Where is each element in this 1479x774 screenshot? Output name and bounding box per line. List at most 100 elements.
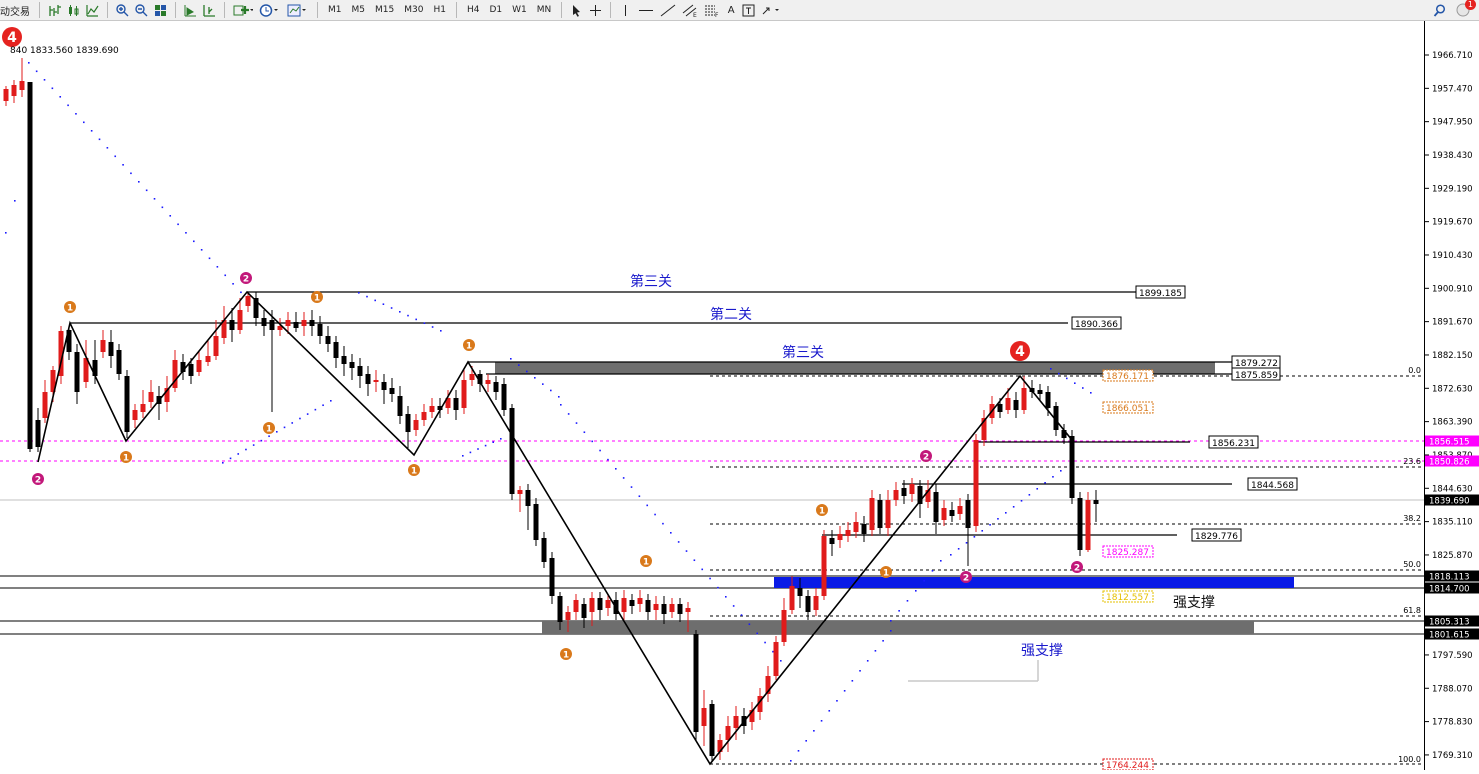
candle-body xyxy=(421,412,427,420)
price-box[interactable]: 1829.776 xyxy=(1191,528,1242,542)
support-zone-gray[interactable] xyxy=(542,621,1254,634)
sar-dot xyxy=(232,283,234,285)
svg-text:4: 4 xyxy=(7,30,17,46)
timeframe-d1[interactable]: D1 xyxy=(484,2,507,18)
periods-clock-icon[interactable] xyxy=(256,2,284,18)
bar-chart-icon[interactable] xyxy=(45,2,64,18)
candle-body xyxy=(533,504,539,540)
templates-icon[interactable] xyxy=(284,2,312,18)
chart-shift-icon[interactable] xyxy=(200,2,219,18)
auto-scroll-icon[interactable] xyxy=(181,2,200,18)
candle-body xyxy=(629,600,635,606)
notifications-icon[interactable]: 1 xyxy=(1449,0,1479,18)
fib-price-label[interactable]: 1866.051 xyxy=(1102,401,1154,414)
price-box[interactable]: 1890.366 xyxy=(1071,316,1122,330)
candle-body xyxy=(74,352,80,392)
sar-dot xyxy=(851,680,854,682)
zoom-in-icon[interactable] xyxy=(113,2,132,18)
fib-price-label[interactable]: 1764.244 xyxy=(1102,758,1154,770)
horizontal-line-icon[interactable] xyxy=(635,2,657,18)
candle-body xyxy=(597,598,603,610)
sar-dot xyxy=(534,377,536,379)
axis-tick-label: 1919.670 xyxy=(1432,218,1473,228)
sar-dot xyxy=(725,596,727,598)
price-axis[interactable]: 1966.710 1957.470 1947.950 1938.430 1929.190… xyxy=(1424,21,1479,770)
text-tool-icon[interactable]: A xyxy=(723,2,739,18)
sar-dot xyxy=(677,541,680,543)
svg-text:1866.051: 1866.051 xyxy=(1106,404,1149,414)
wave-marker-label: 2 xyxy=(923,453,929,463)
sar-dot xyxy=(558,396,560,398)
sar-dot xyxy=(843,690,846,692)
candle-body xyxy=(469,374,475,380)
fibonacci-icon[interactable]: F xyxy=(701,2,723,18)
price-box[interactable]: 1899.185 xyxy=(1135,285,1186,299)
price-chart[interactable]: 0.0 23.6 38.2 50.0 61.8 100.0 1899.185 1… xyxy=(0,21,1424,770)
sar-dot xyxy=(740,614,743,616)
tile-windows-icon[interactable] xyxy=(151,2,170,18)
sar-dot xyxy=(906,600,909,602)
candle-body xyxy=(213,336,219,356)
timeframe-m30[interactable]: M30 xyxy=(399,2,428,18)
fibonacci-retracement[interactable]: 0.0 23.6 38.2 50.0 61.8 100.0 xyxy=(710,366,1424,765)
sar-dot xyxy=(820,720,823,722)
zoom-out-icon[interactable] xyxy=(132,2,151,18)
candle-body xyxy=(933,492,939,522)
sar-dot xyxy=(177,223,179,226)
axis-tick-label: 1835.110 xyxy=(1432,518,1473,528)
candle-body xyxy=(11,85,17,96)
timeframe-h4[interactable]: H4 xyxy=(462,2,485,18)
candle-body xyxy=(525,490,531,506)
sar-dot xyxy=(859,670,861,672)
sar-dot xyxy=(931,570,934,572)
wave-marker-label: 2 xyxy=(963,574,969,584)
vertical-line-icon[interactable] xyxy=(616,2,635,18)
sar-dot xyxy=(500,438,502,440)
sar-dot xyxy=(874,650,877,652)
equidistant-channel-icon[interactable]: E xyxy=(679,2,701,18)
timeframe-w1[interactable]: W1 xyxy=(507,2,532,18)
search-icon[interactable] xyxy=(1430,2,1449,18)
candle-body xyxy=(589,598,595,612)
candle-body xyxy=(853,522,859,532)
sar-dot xyxy=(268,435,270,438)
fib-price-label[interactable]: 1876.171 xyxy=(1102,369,1154,382)
candle-body xyxy=(637,598,643,604)
chart-canvas[interactable]: 0.0 23.6 38.2 50.0 61.8 100.0 1899.185 1… xyxy=(0,21,1424,770)
fib-price-label[interactable]: 1812.557 xyxy=(1102,590,1154,603)
scroll-group xyxy=(181,0,219,20)
arrows-icon[interactable] xyxy=(758,2,786,18)
support-callout xyxy=(908,660,1039,682)
wave-marker-label: 1 xyxy=(411,467,417,477)
sar-dot xyxy=(965,542,968,544)
candlestick-chart-icon[interactable] xyxy=(64,2,83,18)
price-box[interactable]: 1879.272 xyxy=(1231,355,1281,369)
timeframe-h1[interactable]: H1 xyxy=(428,2,451,18)
price-box[interactable]: 1844.568 xyxy=(1247,477,1298,491)
timeframe-m5[interactable]: M5 xyxy=(347,2,371,18)
svg-text:F: F xyxy=(715,12,719,17)
cursor-icon[interactable] xyxy=(567,2,586,18)
sar-dot xyxy=(283,426,286,429)
fib-price-label[interactable]: 1825.287 xyxy=(1102,545,1154,558)
timeframe-mn[interactable]: MN xyxy=(532,2,557,18)
sar-dot xyxy=(1028,494,1031,496)
line-chart-icon[interactable] xyxy=(83,2,102,18)
sar-dot xyxy=(145,189,148,192)
axis-tick-label: 1872.630 xyxy=(1432,384,1473,394)
sar-dot xyxy=(615,468,617,470)
price-box[interactable]: 1856.231 xyxy=(1208,435,1259,449)
sar-dot xyxy=(797,750,800,752)
add-indicator-icon[interactable] xyxy=(230,2,256,18)
candlesticks[interactable] xyxy=(3,58,1099,762)
candle-body xyxy=(1077,498,1083,550)
axis-tick-label: 1891.670 xyxy=(1432,318,1473,328)
timeframe-m15[interactable]: M15 xyxy=(370,2,399,18)
price-box[interactable]: 1875.859 xyxy=(1231,367,1281,381)
crosshair-icon[interactable] xyxy=(586,2,605,18)
trendline-icon[interactable] xyxy=(657,2,679,18)
timeframe-m1[interactable]: M1 xyxy=(323,2,347,18)
candle-body xyxy=(42,392,48,418)
text-label-icon[interactable] xyxy=(739,2,758,18)
wave-marker-label: 1 xyxy=(883,569,889,579)
